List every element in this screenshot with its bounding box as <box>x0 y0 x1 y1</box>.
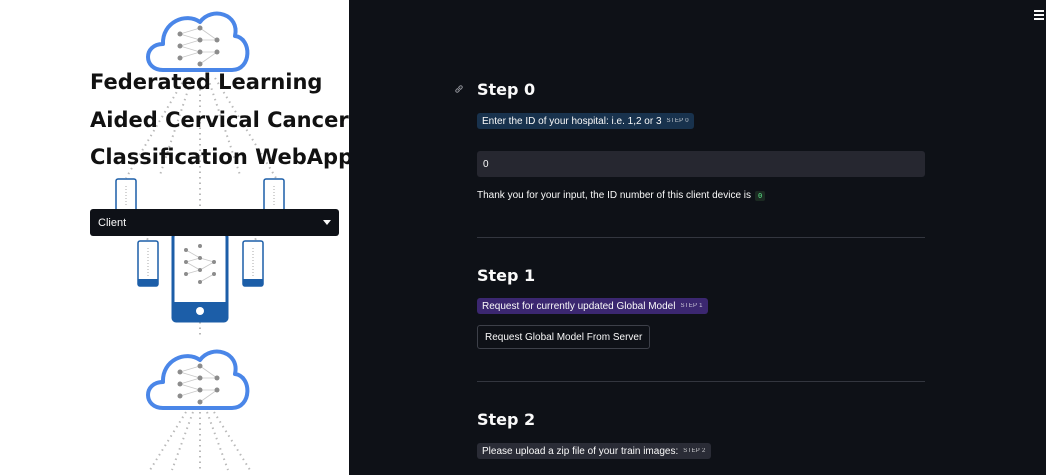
phone-icon <box>263 178 285 212</box>
step-badge: Please upload a zip file of your train i… <box>477 443 711 459</box>
step-heading: Step 0 <box>477 80 536 99</box>
link-icon[interactable] <box>454 84 464 94</box>
step-badge-label: Enter the ID of your hospital: i.e. 1,2 … <box>482 115 662 127</box>
mode-select-value: Client <box>98 216 127 229</box>
step-badge-tag: STEP 2 <box>683 448 706 454</box>
sidebar-title-line: Federated Learning <box>90 70 323 94</box>
sidebar-title-line: Aided Cervical Cancer <box>90 107 349 132</box>
sidebar-title: Federated Learning Aided Cervical Cancer… <box>90 64 349 177</box>
step-heading: Step 2 <box>477 410 536 429</box>
client-id-code: 0 <box>755 190 766 201</box>
app-window: Federated Learning Aided Cervical Cancer… <box>0 0 1046 475</box>
sidebar-title-line: Classification WebApp <box>90 145 349 169</box>
phone-icon <box>137 240 159 287</box>
mode-select[interactable]: Client <box>90 209 339 236</box>
step-badge: Request for currently updated Global Mod… <box>477 298 708 314</box>
divider <box>477 381 925 382</box>
phone-icon <box>242 240 264 287</box>
main-content: Step 0 Enter the ID of your hospital: i.… <box>349 0 1046 475</box>
phone-icon <box>171 232 229 323</box>
chevron-down-icon[interactable] <box>323 220 331 225</box>
phone-icon <box>115 178 137 212</box>
menu-icon[interactable] <box>1034 10 1044 20</box>
confirmation-message: Thank you for your input, the ID number … <box>477 190 766 201</box>
sidebar: Federated Learning Aided Cervical Cancer… <box>0 0 349 475</box>
hospital-id-input-value: 0 <box>483 158 489 170</box>
divider <box>477 237 925 238</box>
step-heading: Step 1 <box>477 266 536 285</box>
step-badge-label: Please upload a zip file of your train i… <box>482 445 679 457</box>
confirmation-text: Thank you for your input, the ID number … <box>477 190 752 201</box>
hospital-id-input[interactable]: 0 <box>477 151 925 177</box>
step-badge-tag: STEP 0 <box>666 118 689 124</box>
step-badge-label: Request for currently updated Global Mod… <box>482 300 676 312</box>
step-badge-tag: STEP 1 <box>680 303 703 309</box>
cloud-network-icon <box>146 11 250 72</box>
cloud-network-icon <box>146 349 250 410</box>
step-badge: Enter the ID of your hospital: i.e. 1,2 … <box>477 113 694 129</box>
request-global-model-button[interactable]: Request Global Model From Server <box>477 325 651 349</box>
